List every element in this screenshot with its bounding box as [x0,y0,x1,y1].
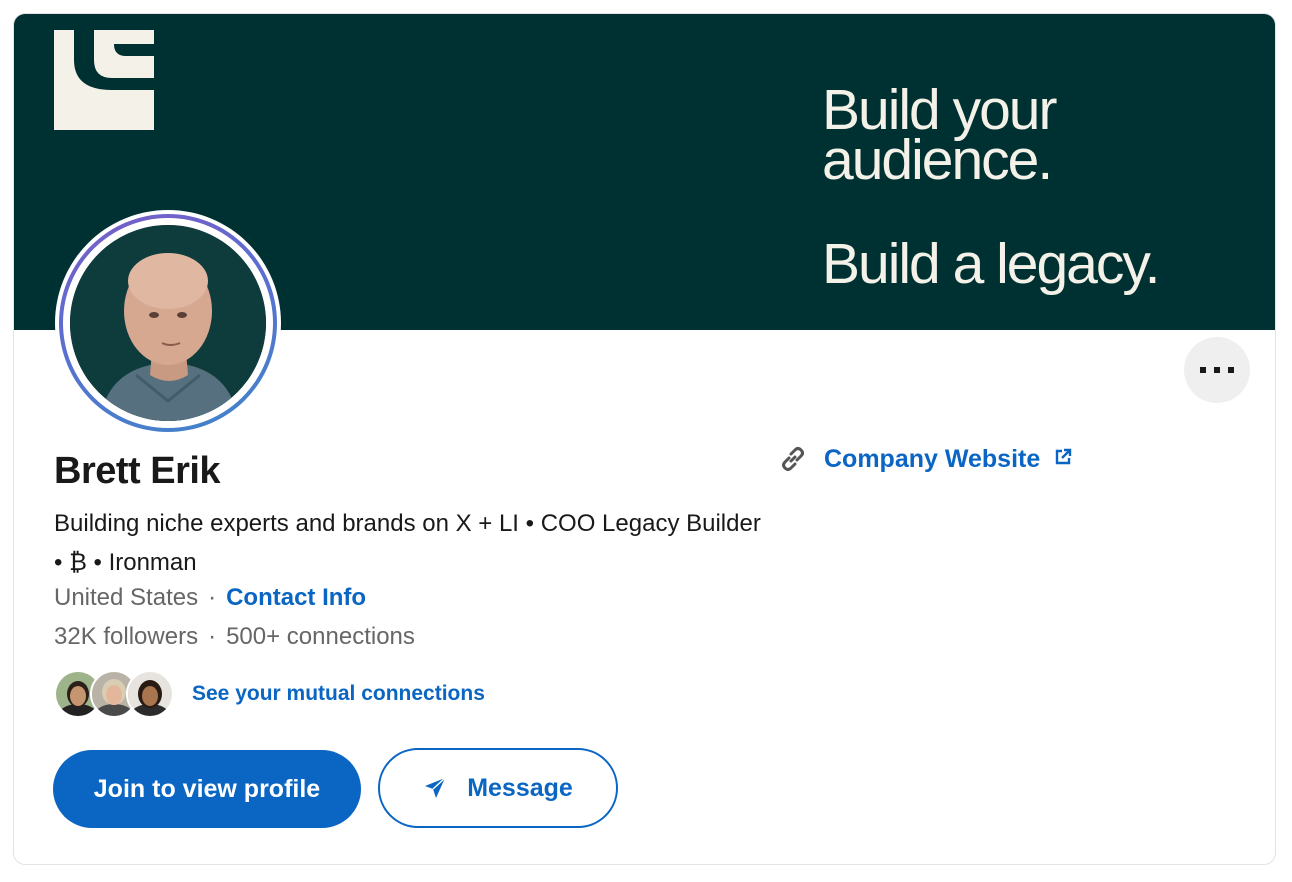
profile-stats-row: 32K followers · 500+ connections [54,623,415,651]
avatar-ring-gradient [59,214,277,432]
company-website-link[interactable]: Company Website [824,445,1073,474]
profile-avatar[interactable] [55,210,281,436]
link-icon [782,447,804,471]
mutual-avatars [54,670,174,718]
profile-location-row: United States · Contact Info [54,584,366,612]
external-link-icon [1056,448,1072,464]
message-button-label: Message [467,773,573,802]
send-icon [425,777,446,798]
followers-count: 32K followers [54,623,199,650]
legacy-builder-logo [54,30,154,130]
join-to-view-profile-button[interactable]: Join to view profile [53,750,361,828]
profile-headline: Building niche experts and brands on X +… [54,510,761,576]
avatar-photo [70,225,266,421]
avatar-ring-inner [63,218,273,428]
see-mutual-connections-link[interactable]: See your mutual connections [192,682,485,706]
contact-info-link[interactable]: Contact Info [226,584,366,611]
message-button[interactable]: Message [378,748,618,828]
company-website-row: Company Website [778,444,1073,474]
separator-dot: · [208,623,217,650]
profile-name: Brett Erik [54,450,221,492]
profile-location: United States [54,584,199,611]
separator-dot: · [208,584,217,611]
company-website-label: Company Website [824,444,1041,473]
profile-card: Build your audience. Build a legacy. Bre… [13,13,1276,865]
more-options-button[interactable] [1184,337,1250,403]
banner-tagline-line-2: audience. [822,128,1053,192]
connections-count: 500+ connections [226,623,415,650]
banner-tagline-line-3: Build a legacy. [822,232,1160,296]
mutual-connections-row: See your mutual connections [54,670,485,718]
mutual-avatar-3 [126,670,174,718]
person-photo-icon [70,225,266,421]
more-dots-icon [1200,367,1234,373]
